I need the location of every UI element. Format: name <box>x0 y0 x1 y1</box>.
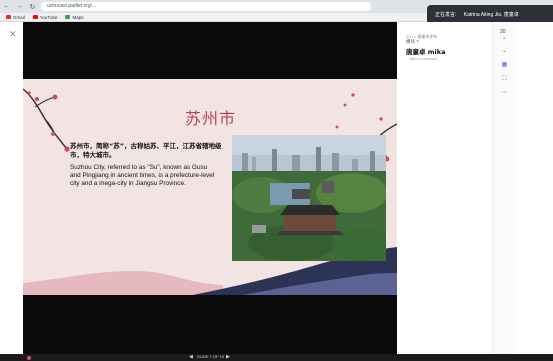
panel-section: 模块 7 <box>406 39 419 44</box>
grid-icon[interactable]: ▦ <box>500 61 509 70</box>
close-icon[interactable]: ✕ <box>9 29 17 40</box>
side-panel: 1/17 • 唐童卓发布 模块 7 唐童卓 mika ◦ Add a comme… <box>397 22 492 354</box>
gmail-icon <box>6 15 11 19</box>
url-field[interactable]: uchuusei.padlet.org/... <box>41 2 371 11</box>
slide-english-text: Suzhou City, referred to as "Su", known … <box>70 164 215 187</box>
slide-chinese-text: 苏州市，简称“苏”，古称姑苏、平江，江苏省辖地级市，特大城市。 <box>70 142 222 159</box>
presenter-names: Katrina Aiting Jia, 唐童卓 <box>463 12 519 18</box>
comment-input[interactable]: ◦ Add a comment <box>406 56 488 61</box>
youtube-icon <box>32 15 38 19</box>
app-window: ← → ↻ uchuusei.padlet.org/... Gmail YouT… <box>0 0 553 361</box>
blank-area <box>516 22 553 354</box>
bookmark-youtube[interactable]: YouTube <box>32 14 58 20</box>
rail-count: 20 <box>500 29 506 35</box>
bookmark-label: Maps <box>72 14 84 20</box>
maps-icon <box>65 15 71 19</box>
bookmark-label: Gmail <box>13 14 25 20</box>
suzhou-photo <box>232 135 386 261</box>
slide-title: 苏州市 <box>185 109 237 128</box>
address-row: ← → ↻ uchuusei.padlet.org/... <box>2 1 432 12</box>
comment-icon: ◦ <box>406 56 408 61</box>
expand-icon[interactable]: ⛶ <box>500 75 509 84</box>
prev-slide-icon[interactable]: ◀ <box>189 354 193 360</box>
reload-icon[interactable]: ↻ <box>28 2 37 11</box>
bottom-bar <box>0 354 553 361</box>
record-icon[interactable] <box>27 356 31 360</box>
panel-title: 唐童卓 mika <box>406 48 446 56</box>
bookmark-label: YouTube <box>39 14 58 20</box>
next-slide-icon[interactable]: ▶ <box>226 354 230 360</box>
slide: 苏州市 苏州市，简称“苏”，古称姑苏、平江，江苏省辖地级市，特大城市。 Suzh… <box>23 79 397 295</box>
slide-counter: SLIDE 7 OF 10 <box>197 354 225 359</box>
more-icon[interactable]: ⋯ <box>500 89 509 98</box>
chevron-down-icon[interactable]: ⌄ <box>500 47 509 56</box>
back-arrow-icon[interactable]: ← <box>2 2 11 11</box>
chevron-up-icon[interactable]: ⌃ <box>500 37 509 46</box>
bookmark-maps[interactable]: Maps <box>65 15 83 20</box>
presenter-prefix: 正在发言: <box>435 12 457 18</box>
bookmark-gmail[interactable]: Gmail <box>6 15 25 20</box>
forward-arrow-icon[interactable]: → <box>15 2 24 11</box>
right-rail <box>492 22 516 354</box>
comment-placeholder: Add a comment <box>409 56 438 61</box>
